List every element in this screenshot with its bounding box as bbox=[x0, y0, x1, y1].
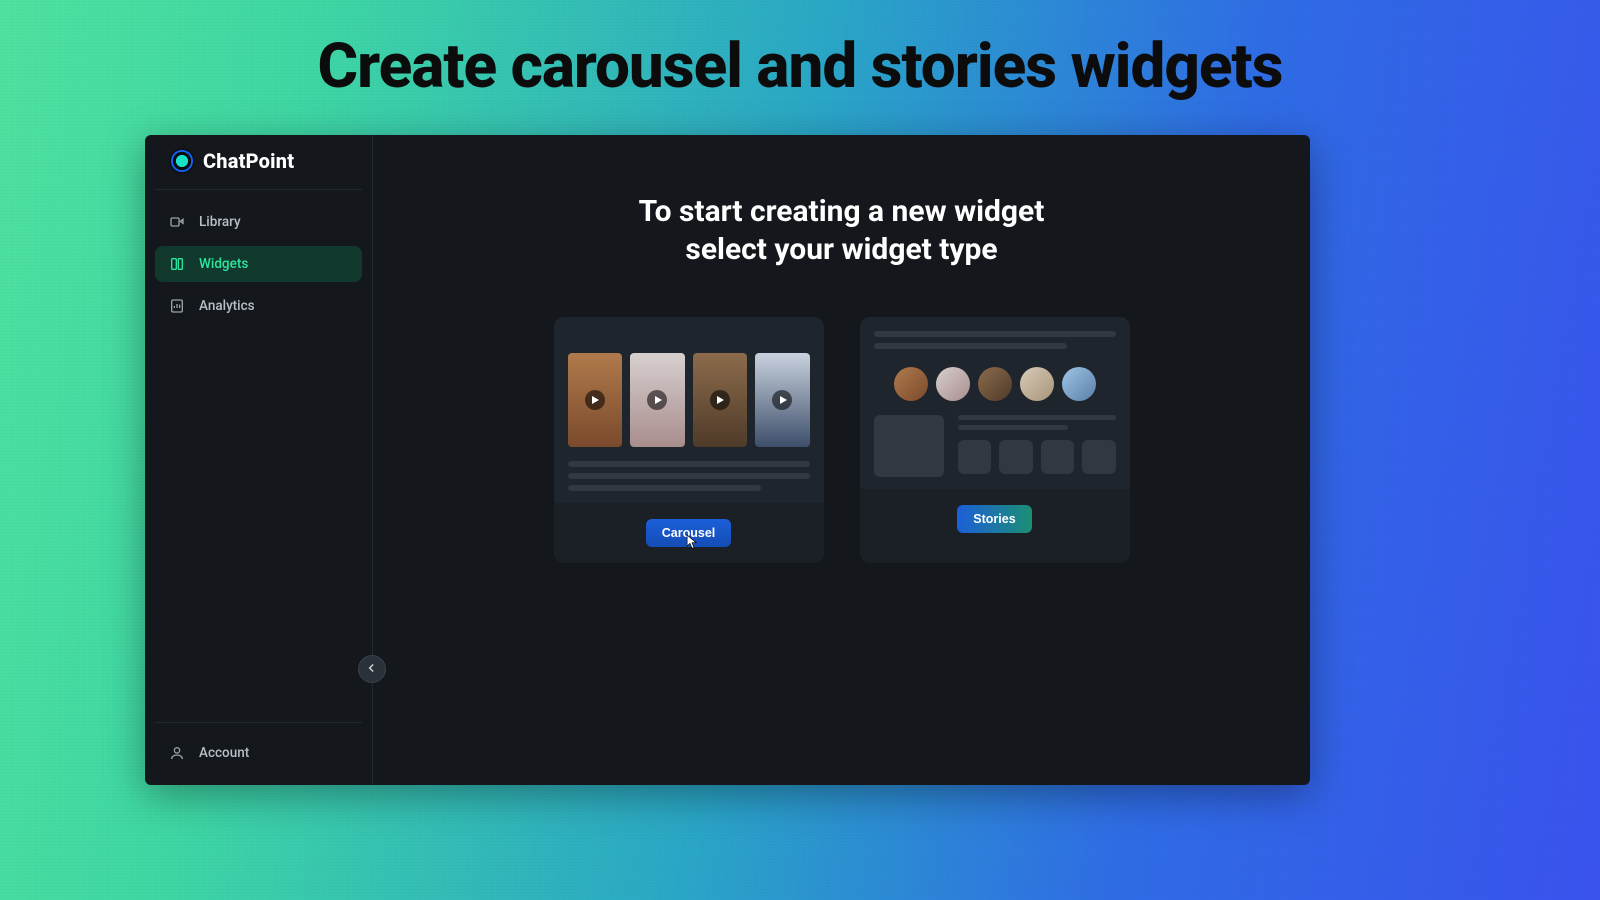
story-avatar bbox=[1062, 367, 1096, 401]
app-window: ChatPoint Library bbox=[145, 135, 1310, 785]
video-thumbnail bbox=[755, 353, 810, 447]
card-footer: Stories bbox=[860, 489, 1130, 549]
skeleton-squares bbox=[958, 440, 1116, 474]
brand-name: ChatPoint bbox=[203, 149, 294, 173]
brand: ChatPoint bbox=[155, 135, 362, 190]
main-content: To start creating a new widget select yo… bbox=[373, 135, 1310, 785]
sidebar-item-label: Analytics bbox=[199, 298, 255, 314]
skeleton-row bbox=[568, 331, 810, 337]
widgets-icon bbox=[169, 256, 185, 272]
story-avatar bbox=[936, 367, 970, 401]
story-avatar bbox=[894, 367, 928, 401]
sidebar-collapse-button[interactable] bbox=[358, 655, 386, 683]
story-avatar bbox=[1020, 367, 1054, 401]
widget-card-stories[interactable]: Stories bbox=[860, 317, 1130, 563]
main-title-line1: To start creating a new widget bbox=[373, 193, 1310, 231]
skeleton-block bbox=[874, 415, 944, 477]
play-icon bbox=[710, 390, 730, 410]
sidebar-item-label: Library bbox=[199, 214, 241, 230]
analytics-icon bbox=[169, 298, 185, 314]
skeleton-lower bbox=[874, 415, 1116, 477]
sidebar-item-label: Widgets bbox=[199, 256, 248, 272]
story-avatar bbox=[978, 367, 1012, 401]
video-thumbnail bbox=[568, 353, 623, 447]
skeleton-lines bbox=[958, 415, 1116, 430]
sidebar-item-widgets[interactable]: Widgets bbox=[155, 246, 362, 282]
story-circles bbox=[874, 367, 1116, 401]
sidebar-item-analytics[interactable]: Analytics bbox=[155, 288, 362, 324]
carousel-thumbnails bbox=[568, 353, 810, 447]
page-background: Create carousel and stories widgets Chat… bbox=[0, 0, 1600, 900]
chevron-left-icon bbox=[365, 660, 379, 679]
widget-card-carousel[interactable]: Carousel bbox=[554, 317, 824, 563]
sidebar-item-account[interactable]: Account bbox=[161, 739, 356, 767]
play-icon bbox=[772, 390, 792, 410]
video-icon bbox=[169, 214, 185, 230]
sidebar-item-library[interactable]: Library bbox=[155, 204, 362, 240]
video-thumbnail bbox=[693, 353, 748, 447]
sidebar-account-label: Account bbox=[199, 745, 249, 761]
skeleton-lines bbox=[568, 461, 810, 491]
sidebar-nav: Library Widgets bbox=[145, 190, 372, 338]
widget-type-cards: Carousel bbox=[373, 317, 1310, 563]
carousel-preview bbox=[554, 317, 824, 503]
stories-preview bbox=[860, 317, 1130, 489]
play-icon bbox=[585, 390, 605, 410]
play-icon bbox=[647, 390, 667, 410]
stories-button[interactable]: Stories bbox=[957, 505, 1031, 533]
user-icon bbox=[169, 745, 185, 761]
main-title-line2: select your widget type bbox=[373, 231, 1310, 269]
skeleton-lines bbox=[874, 331, 1116, 349]
card-footer: Carousel bbox=[554, 503, 824, 563]
sidebar-footer: Account bbox=[155, 722, 362, 785]
page-headline: Create carousel and stories widgets bbox=[0, 30, 1600, 103]
carousel-button[interactable]: Carousel bbox=[646, 519, 732, 547]
brand-logo-icon bbox=[171, 150, 193, 172]
sidebar: ChatPoint Library bbox=[145, 135, 373, 785]
video-thumbnail bbox=[630, 353, 685, 447]
main-title: To start creating a new widget select yo… bbox=[373, 193, 1310, 268]
